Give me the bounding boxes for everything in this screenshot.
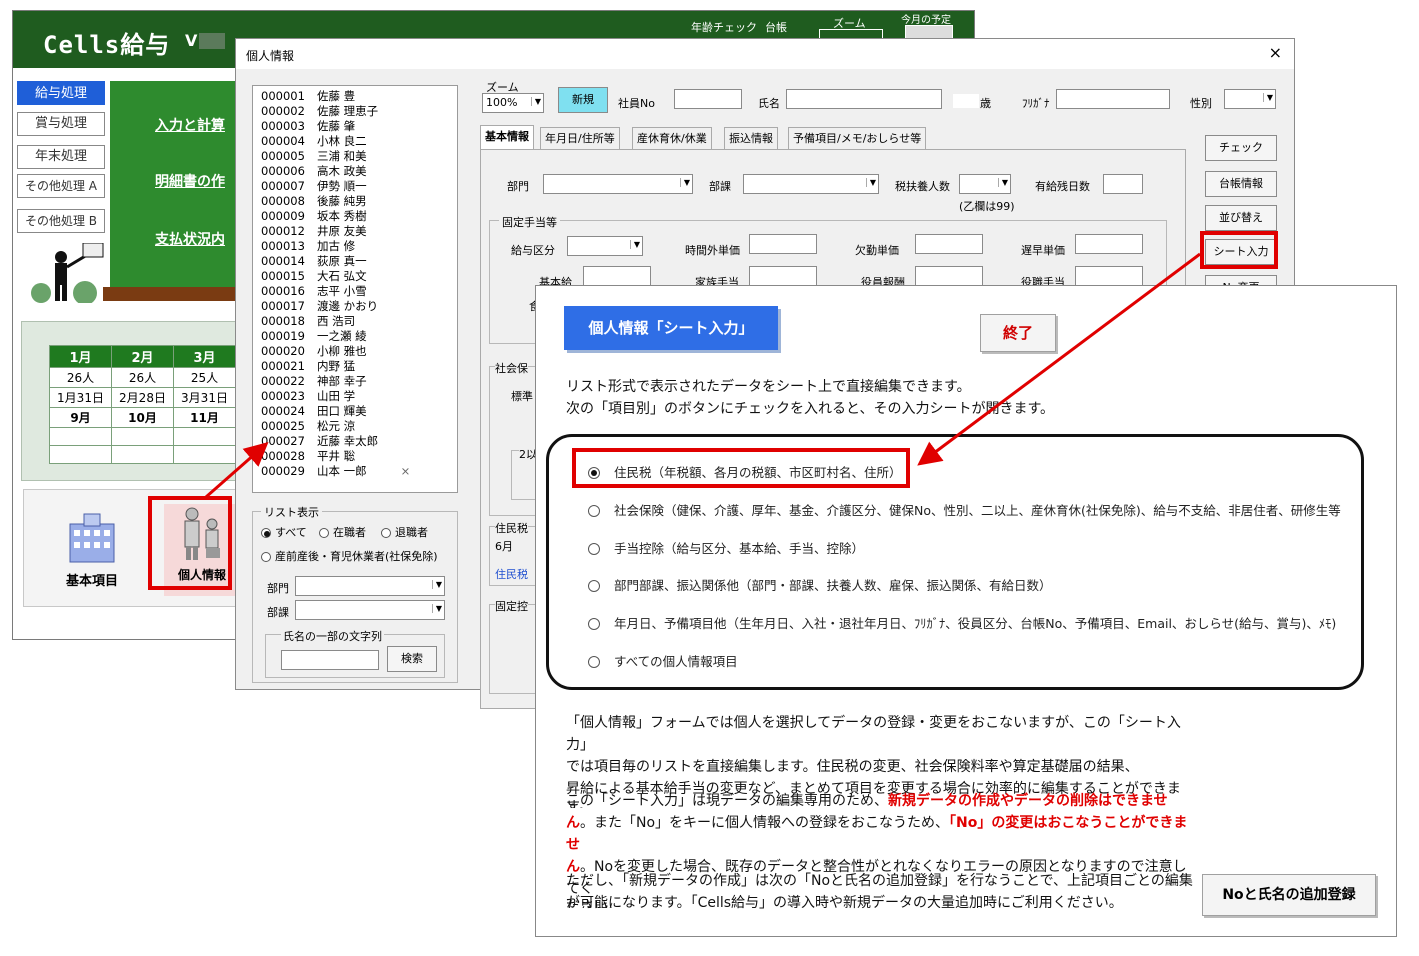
annotation-arrows xyxy=(205,252,1201,499)
arrow-to-list xyxy=(205,442,269,499)
arrow-to-option xyxy=(917,252,1201,466)
